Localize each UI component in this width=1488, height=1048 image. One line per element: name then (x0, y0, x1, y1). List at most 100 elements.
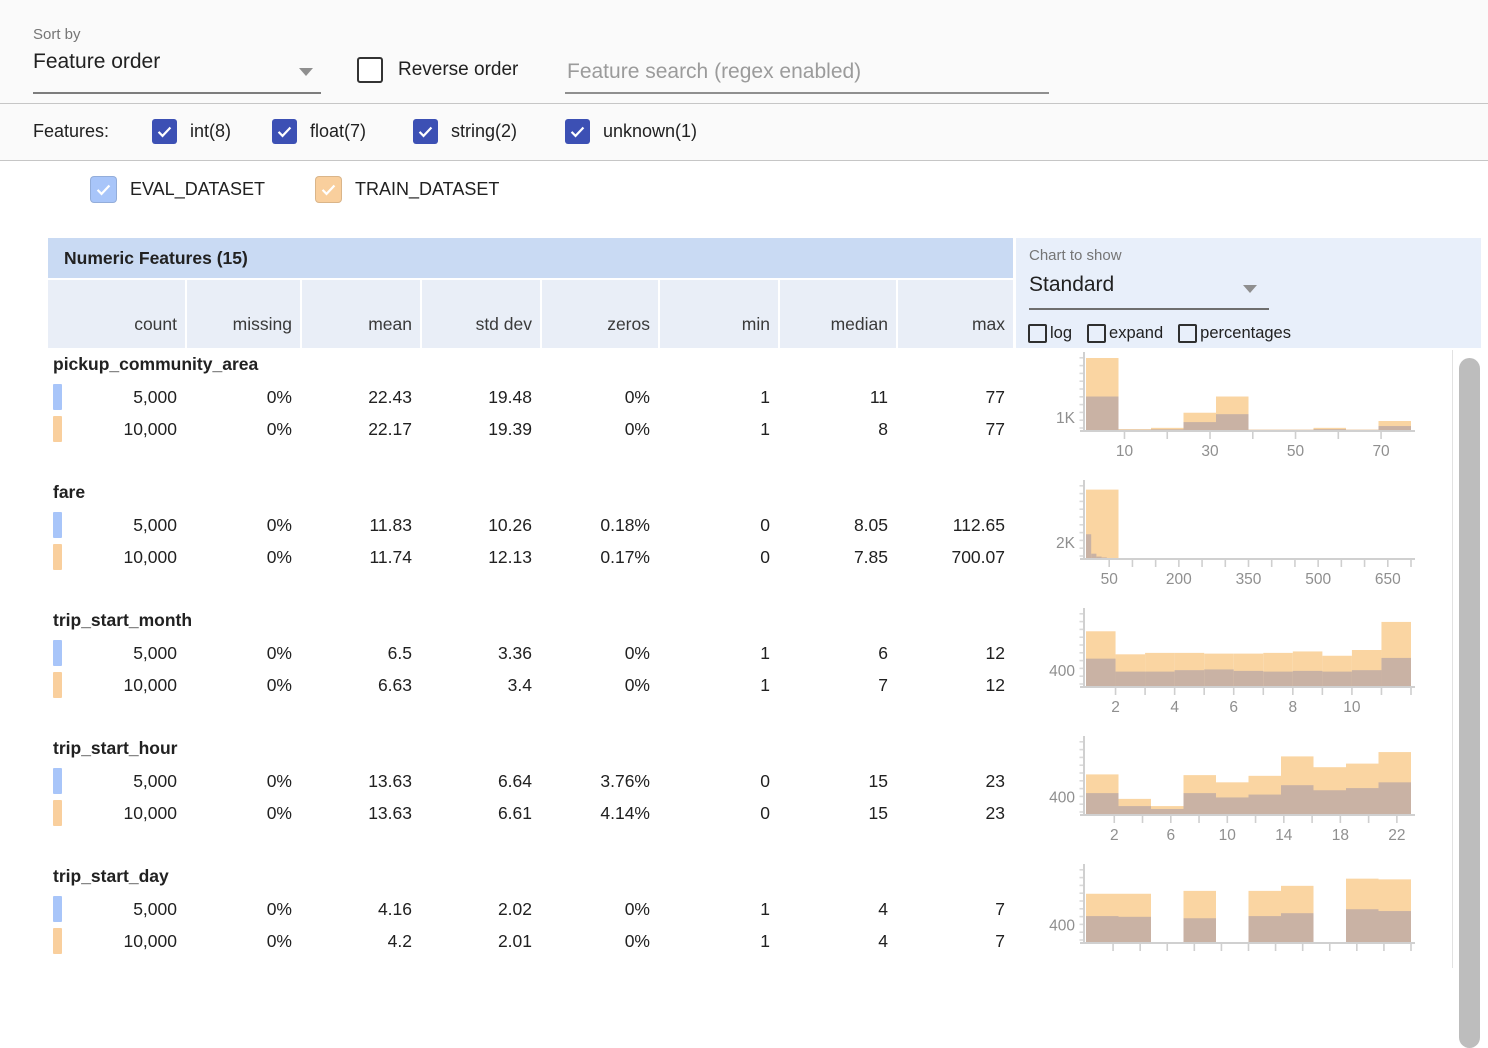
svg-text:400: 400 (1049, 789, 1075, 806)
stat-value: 0 (660, 803, 778, 824)
svg-text:1K: 1K (1056, 410, 1076, 427)
dataset-toggle-eval-dataset[interactable]: EVAL_DATASET (90, 176, 265, 203)
stat-value: 3.76% (542, 771, 658, 792)
stat-value: 1 (660, 899, 778, 920)
stat-value: 15 (780, 771, 896, 792)
sort-by-label: Sort by (33, 26, 321, 43)
type-filter-label: string(2) (451, 121, 517, 142)
stat-value: 7 (898, 899, 1013, 920)
svg-text:8: 8 (1289, 699, 1298, 716)
checkbox-unchecked-icon (1028, 324, 1047, 343)
chart-option-expand[interactable]: expand (1087, 324, 1163, 343)
type-filter-unknown-1[interactable]: unknown(1) (565, 119, 697, 144)
column-header-std-dev: std dev (422, 280, 540, 348)
sort-by-dropdown[interactable]: Sort by Feature order (33, 26, 321, 94)
chart-type-value: Standard (1029, 273, 1269, 297)
chart-to-show-label: Chart to show (1029, 247, 1122, 264)
type-filter-label: int(8) (190, 121, 231, 142)
numeric-features-header: Numeric Features (15) (48, 238, 1013, 278)
chart-type-dropdown[interactable]: Standard (1029, 271, 1269, 310)
check-icon (155, 122, 174, 141)
stat-value: 77 (898, 387, 1013, 408)
reverse-order-checkbox[interactable]: Reverse order (357, 57, 518, 83)
stat-value: 7 (780, 675, 896, 696)
stat-value: 2.02 (422, 899, 540, 920)
features-label: Features: (33, 121, 109, 142)
histogram-fare: 502003505006502K (1016, 480, 1456, 608)
stat-value: 2.01 (422, 931, 540, 952)
svg-text:400: 400 (1049, 663, 1075, 680)
reverse-order-label: Reverse order (398, 59, 518, 81)
column-header-count: count (48, 280, 185, 348)
chart-option-label: expand (1109, 324, 1163, 343)
dataset-toggle-train-dataset[interactable]: TRAIN_DATASET (315, 176, 499, 203)
stat-value: 5,000 (48, 643, 185, 664)
feature-name: trip_start_month (53, 610, 192, 631)
stat-value: 10,000 (48, 931, 185, 952)
stat-value: 6.61 (422, 803, 540, 824)
type-filter-string-2[interactable]: string(2) (413, 119, 517, 144)
stat-value: 11 (780, 387, 896, 408)
stat-value: 12 (898, 643, 1013, 664)
stat-value: 12 (898, 675, 1013, 696)
stats-row-train: 10,0000%11.7412.130.17%07.85700.07 (48, 542, 1013, 572)
stats-row-train: 10,0000%6.633.40%1712 (48, 670, 1013, 700)
checkbox-unchecked-icon (357, 57, 383, 83)
stat-value: 8.05 (780, 515, 896, 536)
type-filter-label: float(7) (310, 121, 366, 142)
checkbox-checked-icon (413, 119, 438, 144)
stats-row-eval: 5,0000%4.162.020%147 (48, 894, 1013, 924)
stat-value: 15 (780, 803, 896, 824)
feature-type-filter-bar: Features: int(8) float(7) string(2) unknown… (0, 104, 1488, 161)
stat-value: 10,000 (48, 547, 185, 568)
svg-text:14: 14 (1275, 827, 1293, 844)
column-header-min: min (660, 280, 778, 348)
scrollbar-track[interactable] (1452, 350, 1488, 968)
svg-text:50: 50 (1287, 443, 1305, 460)
stat-value: 10,000 (48, 419, 185, 440)
scrollbar-thumb[interactable] (1459, 358, 1480, 1048)
type-filter-int-8[interactable]: int(8) (152, 119, 231, 144)
svg-text:500: 500 (1305, 571, 1331, 588)
check-icon (275, 122, 294, 141)
type-filter-label: unknown(1) (603, 121, 697, 142)
stat-value: 0% (187, 675, 300, 696)
chart-option-log[interactable]: log (1028, 324, 1072, 343)
stat-value: 3.36 (422, 643, 540, 664)
chevron-down-icon (1243, 285, 1257, 293)
stat-value: 13.63 (302, 771, 420, 792)
svg-text:30: 30 (1201, 443, 1219, 460)
svg-text:400: 400 (1049, 917, 1075, 934)
svg-text:350: 350 (1236, 571, 1262, 588)
stat-value: 22.17 (302, 419, 420, 440)
svg-text:10: 10 (1219, 827, 1237, 844)
chart-panel: Chart to show Standard log expand percenta… (1016, 238, 1481, 348)
stat-value: 0% (542, 419, 658, 440)
feature-block-fare: fare5,0000%11.8310.260.18%08.05112.6510,… (48, 480, 1013, 608)
stat-value: 6.64 (422, 771, 540, 792)
stat-value: 1 (660, 419, 778, 440)
check-icon (416, 122, 435, 141)
feature-search-input[interactable] (565, 52, 1049, 94)
stats-row-train: 10,0000%22.1719.390%1877 (48, 414, 1013, 444)
svg-text:6: 6 (1166, 827, 1175, 844)
histogram-pickup-community-area: 103050701K (1016, 352, 1456, 480)
chevron-down-icon (299, 68, 313, 76)
feature-name: fare (53, 482, 85, 503)
stat-value: 5,000 (48, 387, 185, 408)
stat-value: 4 (780, 899, 896, 920)
type-filter-float-7[interactable]: float(7) (272, 119, 366, 144)
stat-value: 112.65 (898, 515, 1013, 536)
svg-text:70: 70 (1372, 443, 1390, 460)
check-icon (319, 180, 338, 199)
check-icon (568, 122, 587, 141)
stat-value: 13.63 (302, 803, 420, 824)
stat-value: 77 (898, 419, 1013, 440)
chart-option-percentages[interactable]: percentages (1178, 324, 1291, 343)
stat-value: 0% (187, 803, 300, 824)
stat-value: 1 (660, 675, 778, 696)
checkbox-checked-icon (565, 119, 590, 144)
column-header-missing: missing (187, 280, 300, 348)
stat-value: 0 (660, 771, 778, 792)
stat-value: 3.4 (422, 675, 540, 696)
